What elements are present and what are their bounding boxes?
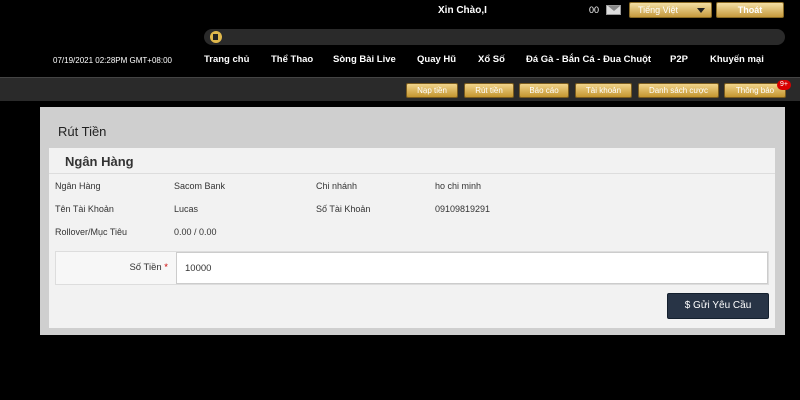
nav-item-cockfight-fishing-racing[interactable]: Đá Gà - Bắn Cá - Đua Chuột [526, 54, 651, 65]
top-bar: Xin Chào,I 00 Tiếng Việt Thoát [0, 0, 800, 24]
amount-row: Số Tiền * [55, 251, 769, 285]
nav-item-promotions[interactable]: Khuyến mại [710, 54, 764, 65]
language-select[interactable]: Tiếng Việt [629, 2, 712, 18]
mail-icon[interactable] [606, 5, 621, 15]
deposit-button[interactable]: Nạp tiền [406, 83, 458, 98]
nav-item-p2p[interactable]: P2P [670, 54, 688, 65]
bank-value: Sacom Bank [174, 181, 226, 191]
submit-request-button[interactable]: $ Gửi Yêu Cầu [667, 293, 769, 319]
branch-label: Chi nhánh [316, 181, 358, 191]
section-title: Ngân Hàng [65, 154, 134, 169]
nav-item-lottery[interactable]: Xổ Số [478, 54, 505, 65]
announcement-marquee [204, 29, 785, 45]
amount-input[interactable] [176, 252, 768, 284]
balance: 00 [589, 5, 600, 15]
amount-label-text: Số Tiền [129, 262, 162, 273]
account-menu-bar: Nạp tiền Rút tiền Báo cáo Tài khoản Danh… [0, 77, 800, 101]
notifications-label: Thông báo [735, 86, 775, 95]
rollover-label: Rollover/Mục Tiêu [55, 227, 128, 237]
bank-card-header: Ngân Hàng [49, 148, 775, 174]
account-button[interactable]: Tài khoản [575, 83, 632, 98]
withdraw-button[interactable]: Rút tiền [464, 83, 514, 98]
account-number-label: Số Tài Khoản [316, 204, 371, 214]
notifications-button[interactable]: Thông báo 9+ [724, 80, 791, 98]
amount-label: Số Tiền * [56, 252, 176, 284]
datetime: 07/19/2021 02:28PM GMT+08:00 [53, 56, 172, 65]
chevron-down-icon [697, 8, 705, 13]
required-marker: * [164, 262, 168, 273]
withdraw-panel: Rút Tiền Ngân Hàng Ngân Hàng Sacom Bank … [40, 107, 785, 335]
account-name-label: Tên Tài Khoản [55, 204, 114, 214]
bet-list-button[interactable]: Danh sách cược [638, 83, 719, 98]
rollover-value: 0.00 / 0.00 [174, 227, 217, 237]
branch-value: ho chi minh [435, 181, 482, 191]
report-button[interactable]: Báo cáo [519, 83, 569, 98]
page-title: Rút Tiền [58, 124, 107, 139]
account-name-value: Lucas [174, 204, 199, 214]
language-label: Tiếng Việt [638, 5, 679, 15]
nav-item-live-casino[interactable]: Sòng Bài Live [333, 54, 396, 65]
nav-item-slots[interactable]: Quay Hũ [417, 54, 456, 65]
nav-item-sports[interactable]: Thể Thao [271, 54, 313, 65]
logout-button[interactable]: Thoát [716, 2, 784, 18]
nav-item-home[interactable]: Trang chủ [204, 54, 249, 65]
greeting: Xin Chào,I [438, 5, 487, 16]
page: Xin Chào,I 00 Tiếng Việt Thoát 07/19/202… [0, 0, 800, 400]
speaker-icon [210, 31, 222, 43]
notification-badge: 9+ [777, 80, 791, 90]
bank-label: Ngân Hàng [55, 181, 101, 191]
bank-card: Ngân Hàng Ngân Hàng Sacom Bank Chi nhánh… [49, 148, 775, 328]
account-number-value: 09109819291 [435, 204, 491, 214]
